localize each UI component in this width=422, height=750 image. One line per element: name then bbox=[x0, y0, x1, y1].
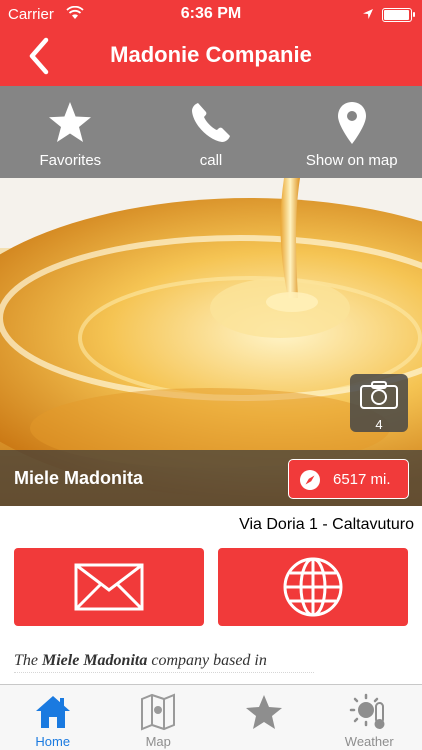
battery-level bbox=[384, 10, 409, 20]
show-on-map-button[interactable]: Show on map bbox=[281, 86, 422, 178]
envelope-icon bbox=[74, 563, 144, 611]
home-icon bbox=[35, 696, 70, 728]
location-arrow-icon bbox=[363, 9, 373, 19]
call-label: call bbox=[199, 152, 223, 169]
tab-weather-label: Weather bbox=[344, 734, 394, 749]
tab-bar: Home Map Weather bbox=[0, 684, 422, 750]
description-continuation bbox=[14, 672, 314, 682]
address: Via Doria 1 - Caltavuturo bbox=[239, 516, 414, 533]
star-icon bbox=[245, 695, 282, 729]
show-on-map-label: Show on map bbox=[305, 152, 398, 169]
star-icon bbox=[49, 102, 92, 142]
website-button[interactable] bbox=[218, 548, 408, 626]
tab-home-label: Home bbox=[35, 734, 71, 749]
tab-map[interactable]: Map bbox=[106, 685, 212, 750]
description-company: Miele Madonita bbox=[42, 652, 148, 669]
clock: 6:36 PM bbox=[180, 5, 242, 22]
distance-button[interactable]: 6517 mi. bbox=[288, 459, 409, 499]
tab-weather[interactable]: Weather bbox=[317, 685, 422, 750]
photo-gallery-button[interactable]: 4 bbox=[350, 374, 408, 432]
favorites-label: Favorites bbox=[39, 152, 102, 169]
description-suffix: company based in bbox=[151, 652, 267, 669]
map-pin-icon bbox=[337, 102, 366, 144]
header: Carrier 6:36 PM Madonie Companie bbox=[0, 0, 422, 86]
map-icon bbox=[141, 693, 176, 731]
weather-icon bbox=[350, 693, 385, 729]
call-button[interactable]: call bbox=[141, 86, 282, 178]
status-bar: Carrier 6:36 PM bbox=[0, 0, 422, 32]
tab-home[interactable]: Home bbox=[0, 685, 106, 750]
phone-icon bbox=[192, 103, 230, 142]
action-bar: Favorites call Show on map bbox=[0, 86, 422, 178]
hero-caption: Miele Madonita 6517 mi. bbox=[0, 450, 422, 506]
tab-favorites[interactable] bbox=[211, 685, 317, 750]
tab-map-label: Map bbox=[145, 734, 171, 749]
page-title: Madonie Companie bbox=[110, 42, 312, 67]
globe-icon bbox=[283, 557, 343, 617]
battery-icon bbox=[382, 8, 415, 22]
description: The Miele Madonita company based in bbox=[14, 652, 267, 670]
compass-icon bbox=[300, 470, 320, 490]
hero-image: 4 Miele Madonita 6517 mi. bbox=[0, 178, 422, 506]
business-name: Miele Madonita bbox=[14, 468, 144, 488]
description-prefix: The bbox=[14, 652, 38, 669]
email-button[interactable] bbox=[14, 548, 204, 626]
distance-value: 6517 mi. bbox=[333, 471, 391, 488]
photo-count: 4 bbox=[375, 417, 383, 432]
favorites-button[interactable]: Favorites bbox=[0, 86, 141, 178]
camera-icon bbox=[360, 381, 398, 409]
